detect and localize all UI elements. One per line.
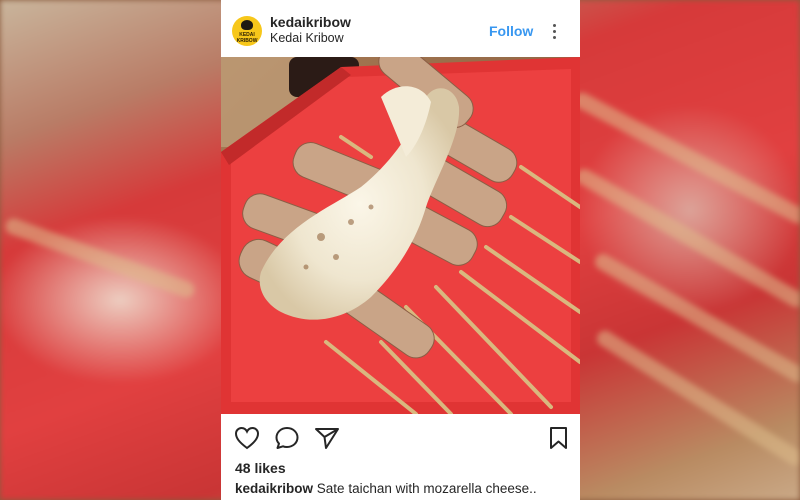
heart-icon[interactable] — [234, 426, 260, 450]
follow-button[interactable]: Follow — [489, 23, 533, 39]
avatar-text: KEDAI KRIBOW — [236, 32, 258, 44]
caption-username[interactable]: kedaikribow — [235, 481, 313, 496]
username[interactable]: kedaikribow — [270, 14, 351, 30]
post-header: KEDAI KRIBOW kedaikribow Kedai Kribow Fo… — [221, 0, 580, 57]
post-caption: kedaikribow Sate taichan with mozarella … — [235, 481, 575, 496]
more-vertical-icon[interactable] — [551, 23, 559, 41]
send-icon[interactable] — [314, 426, 340, 450]
satay-photo-image — [221, 57, 580, 414]
action-bar — [221, 414, 580, 460]
instagram-post-card: KEDAI KRIBOW kedaikribow Kedai Kribow Fo… — [221, 0, 580, 500]
bookmark-icon[interactable] — [546, 426, 572, 450]
avatar[interactable]: KEDAI KRIBOW — [232, 16, 262, 46]
post-photo[interactable] — [221, 57, 580, 414]
likes-count[interactable]: 48 likes — [235, 460, 286, 476]
location[interactable]: Kedai Kribow — [270, 31, 344, 45]
avatar-logo-icon — [241, 20, 253, 30]
caption-text: Sate taichan with mozarella cheese.. — [316, 481, 537, 496]
comment-icon[interactable] — [274, 426, 300, 450]
